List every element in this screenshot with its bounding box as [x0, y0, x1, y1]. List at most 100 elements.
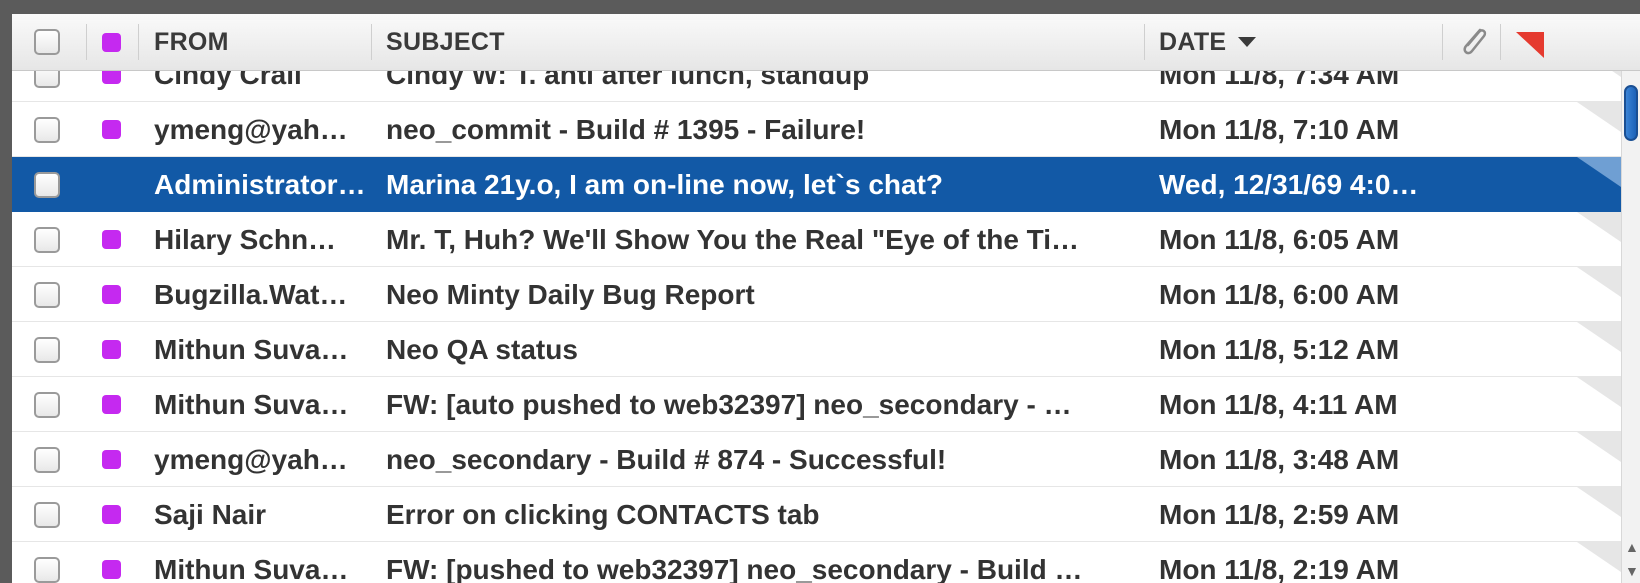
- row-checkbox[interactable]: [34, 171, 60, 198]
- message-row[interactable]: Mithun Suva… Neo QA status Mon 11/8, 5:12 …: [12, 322, 1621, 377]
- flag-status-column-header[interactable]: [1516, 14, 1544, 70]
- message-row[interactable]: Cindy Crall Cindy W: T. anti after lunch,…: [12, 71, 1621, 102]
- row-flag-corner[interactable]: [1577, 212, 1621, 242]
- select-all-checkbox[interactable]: [34, 29, 60, 55]
- message-row[interactable]: ymeng@yah… neo_commit - Build # 1395 - Fa…: [12, 102, 1621, 157]
- from-header-label: FROM: [154, 27, 229, 56]
- attachment-column-header[interactable]: [1458, 14, 1490, 70]
- row-flag-cell[interactable]: [102, 322, 121, 377]
- column-divider[interactable]: [86, 24, 87, 60]
- subject-column-header[interactable]: SUBJECT: [386, 14, 505, 70]
- column-divider[interactable]: [1442, 24, 1443, 60]
- row-checkbox[interactable]: [34, 391, 60, 418]
- subject-header-label: SUBJECT: [386, 27, 505, 56]
- subject-text: Error on clicking CONTACTS tab: [386, 498, 820, 530]
- row-flag-cell[interactable]: [102, 212, 121, 267]
- message-row[interactable]: Mithun Suva… FW: [pushed to web32397] neo…: [12, 542, 1621, 583]
- column-divider[interactable]: [1500, 24, 1501, 60]
- row-checkbox[interactable]: [34, 336, 60, 363]
- message-rows: Cindy Crall Cindy W: T. anti after lunch,…: [12, 71, 1621, 583]
- flag-color-icon: [102, 230, 121, 249]
- select-all-cell: [34, 14, 60, 70]
- row-flag-cell[interactable]: [102, 377, 121, 432]
- flag-color-icon: [102, 120, 121, 139]
- row-checkbox[interactable]: [34, 501, 60, 528]
- date-text: Mon 11/8, 5:12 AM: [1159, 333, 1400, 365]
- row-flag-cell[interactable]: [102, 432, 121, 487]
- sender-name: ymeng@yah…: [154, 113, 348, 145]
- row-checkbox-cell: [34, 212, 60, 267]
- subject-text: FW: [pushed to web32397] neo_secondary -…: [386, 553, 1083, 583]
- row-checkbox[interactable]: [34, 71, 60, 88]
- row-flag-corner[interactable]: [1577, 157, 1621, 187]
- row-flag-corner[interactable]: [1577, 102, 1621, 132]
- row-checkbox-cell: [34, 267, 60, 322]
- message-row[interactable]: Saji Nair Error on clicking CONTACTS tab M…: [12, 487, 1621, 542]
- date-text: Mon 11/8, 6:00 AM: [1159, 278, 1400, 310]
- vertical-scrollbar[interactable]: ▲ ▼: [1621, 71, 1640, 583]
- row-checkbox-cell: [34, 377, 60, 432]
- flag-color-icon: [102, 505, 121, 524]
- row-flag-corner[interactable]: [1577, 542, 1621, 572]
- flag-color-icon: [102, 560, 121, 579]
- date-column-header[interactable]: DATE: [1159, 14, 1257, 70]
- date-text: Mon 11/8, 4:11 AM: [1159, 388, 1398, 420]
- subject-text: Cindy W: T. anti after lunch, standup: [386, 71, 870, 90]
- flag-color-icon: [102, 285, 121, 304]
- row-checkbox-cell: [34, 322, 60, 377]
- date-text: Mon 11/8, 2:19 AM: [1159, 553, 1400, 583]
- row-checkbox-cell: [34, 487, 60, 542]
- flag-column-header[interactable]: [102, 14, 121, 70]
- row-flag-corner[interactable]: [1577, 71, 1621, 77]
- scroll-up-arrow-icon[interactable]: ▲: [1625, 539, 1639, 555]
- sender-name: Mithun Suva…: [154, 333, 349, 365]
- message-row[interactable]: Bugzilla.Wat… Neo Minty Daily Bug Report M…: [12, 267, 1621, 322]
- row-flag-cell[interactable]: [102, 487, 121, 542]
- flag-color-icon: [102, 32, 121, 52]
- sort-descending-icon: [1238, 37, 1257, 47]
- subject-text: Mr. T, Huh? We'll Show You the Real "Eye…: [386, 223, 1080, 255]
- row-checkbox[interactable]: [34, 226, 60, 253]
- from-column-header[interactable]: FROM: [154, 14, 229, 70]
- row-flag-cell[interactable]: [102, 542, 121, 583]
- message-row[interactable]: Administrator… Marina 21y.o, I am on-line…: [12, 157, 1621, 212]
- row-flag-cell[interactable]: [102, 267, 121, 322]
- row-flag-corner[interactable]: [1577, 322, 1621, 352]
- row-checkbox-cell: [34, 157, 60, 212]
- scrollbar-thumb[interactable]: [1624, 85, 1638, 141]
- flag-color-icon: [102, 340, 121, 359]
- column-divider[interactable]: [138, 24, 139, 60]
- sender-name: Cindy Crall: [154, 71, 302, 90]
- sender-name: Administrator…: [154, 168, 366, 200]
- date-text: Mon 11/8, 3:48 AM: [1159, 443, 1400, 475]
- row-checkbox-cell: [34, 432, 60, 487]
- row-checkbox[interactable]: [34, 116, 60, 143]
- subject-text: neo_commit - Build # 1395 - Failure!: [386, 113, 866, 145]
- row-flag-corner[interactable]: [1577, 432, 1621, 462]
- row-flag-corner[interactable]: [1577, 267, 1621, 297]
- row-checkbox[interactable]: [34, 556, 60, 583]
- date-text: Mon 11/8, 6:05 AM: [1159, 223, 1400, 255]
- sender-name: Saji Nair: [154, 498, 267, 530]
- row-flag-corner[interactable]: [1577, 487, 1621, 517]
- column-divider[interactable]: [1144, 24, 1145, 60]
- subject-text: Marina 21y.o, I am on-line now, let`s ch…: [386, 168, 943, 200]
- sender-name: ymeng@yah…: [154, 443, 348, 475]
- row-flag-cell[interactable]: [102, 71, 121, 102]
- message-row[interactable]: Hilary Schn… Mr. T, Huh? We'll Show You t…: [12, 212, 1621, 267]
- row-flag-cell[interactable]: [102, 102, 121, 157]
- subject-text: FW: [auto pushed to web32397] neo_second…: [386, 388, 1072, 420]
- row-checkbox[interactable]: [34, 446, 60, 473]
- row-flag-corner[interactable]: [1577, 377, 1621, 407]
- row-checkbox[interactable]: [34, 281, 60, 308]
- message-row[interactable]: ymeng@yah… neo_secondary - Build # 874 - …: [12, 432, 1621, 487]
- paperclip-icon: [1463, 28, 1487, 55]
- scroll-down-arrow-icon[interactable]: ▼: [1625, 563, 1639, 579]
- message-list: FROM SUBJECT DATE Cindy Crall Cindy W: T.…: [12, 14, 1640, 583]
- column-divider[interactable]: [371, 24, 372, 60]
- date-header-label: DATE: [1159, 27, 1227, 56]
- date-text: Wed, 12/31/69 4:0…: [1159, 168, 1419, 200]
- sender-name: Mithun Suva…: [154, 553, 349, 583]
- message-row[interactable]: Mithun Suva… FW: [auto pushed to web32397…: [12, 377, 1621, 432]
- sender-name: Hilary Schn…: [154, 223, 337, 255]
